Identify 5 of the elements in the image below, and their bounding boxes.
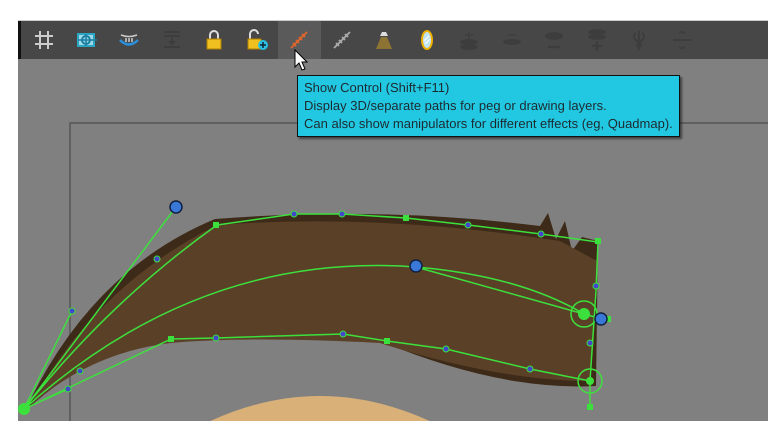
tooltip-text: Can also show manipulators for different effects (eg, Quadmap). [304,115,673,133]
mouse-pointer-icon [294,49,308,71]
unlocked-padlock-icon [244,28,269,52]
tooltip-text: Display 3D/separate paths for peg or drawing layers. [304,97,608,115]
tooltip-title: Show Control (Shift+F11) [304,79,450,97]
